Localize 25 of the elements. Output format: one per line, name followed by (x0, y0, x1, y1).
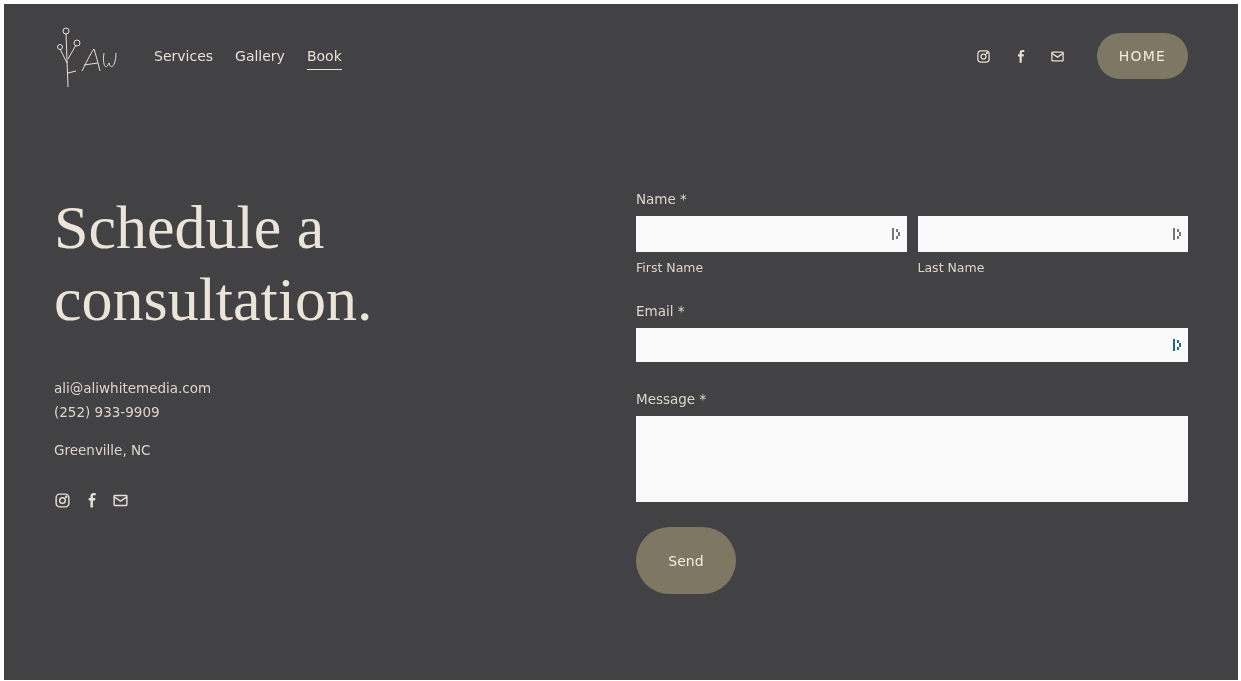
phone-number: (252) 933-9909 (54, 404, 161, 420)
name-field[interactable] (636, 216, 907, 252)
nav-link[interactable]: Services (154, 48, 214, 70)
field-caption: First Name (636, 260, 705, 275)
email-field[interactable] (636, 328, 1188, 362)
field-label: Email * (636, 303, 686, 319)
autofill-icon[interactable] (1173, 338, 1182, 352)
field-label: Message * (636, 391, 708, 407)
nav-link[interactable]: Book (306, 48, 342, 70)
autofill-icon[interactable] (1173, 227, 1182, 241)
instagram-icon (976, 48, 991, 64)
home-button[interactable]: HOME (1097, 33, 1188, 79)
field-caption: Last Name (917, 260, 986, 275)
name-field[interactable] (917, 216, 1188, 252)
mail-icon (112, 492, 129, 509)
message-field[interactable] (636, 416, 1188, 502)
send-button[interactable]: Send (636, 527, 736, 594)
instagram-icon (54, 492, 71, 509)
field-label: Name * (636, 191, 688, 207)
autofill-icon[interactable] (891, 227, 901, 241)
page-heading: Schedule a consultation. (54, 192, 374, 335)
nav-link[interactable]: Gallery (235, 48, 285, 70)
mail-icon (1050, 48, 1065, 64)
location-text: Greenville, NC (54, 442, 152, 458)
email-link[interactable]: ali@aliwhitemedia.com (54, 380, 636, 396)
